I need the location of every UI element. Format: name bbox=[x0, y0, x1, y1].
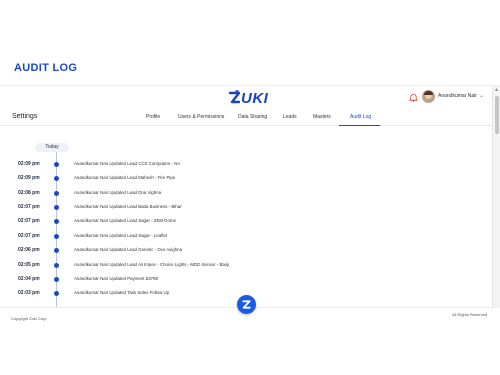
active-tab-indicator bbox=[339, 125, 380, 126]
entry-time: 02:07 pm bbox=[18, 218, 40, 224]
scrollbar-thumb[interactable] bbox=[495, 96, 499, 134]
entry-text: Anandkumar Nair Updated Lead Mahesh - Fi… bbox=[74, 175, 176, 180]
entry-time: 02:07 pm bbox=[18, 204, 40, 210]
timeline-dot bbox=[54, 277, 59, 282]
zuki-logo-icon bbox=[228, 90, 240, 104]
entry-text: Anandkumar Nair Updated Task Sales Follo… bbox=[74, 290, 170, 295]
entry-text: Anandkumar Nair Updated Lead Sagar - Lea… bbox=[74, 233, 167, 238]
timeline-dot bbox=[54, 219, 59, 224]
zuki-logo[interactable]: UKI bbox=[228, 88, 268, 108]
timeline-dot bbox=[54, 191, 59, 196]
timeline-entry: 02:08 pm Anandkumar Nair Updated Lead Dn… bbox=[0, 189, 490, 199]
entry-time: 02:09 pm bbox=[18, 161, 40, 167]
timeline-entry: 02:07 pm Anandkumar Nair Updated Lead Sa… bbox=[0, 232, 490, 242]
entry-text: Anandkumar Nair Updated Lead Sagar - ZEM… bbox=[74, 218, 177, 223]
top-bar: UKI Anandkumar Nair ⌄ bbox=[0, 86, 492, 108]
entry-time: 02:04 pm bbox=[18, 276, 40, 282]
logo-text: UKI bbox=[241, 89, 269, 107]
user-name[interactable]: Anandkumar Nair bbox=[438, 93, 477, 99]
chevron-down-icon[interactable]: ⌄ bbox=[479, 92, 484, 99]
settings-title: Settings bbox=[12, 113, 38, 120]
entry-time: 02:07 pm bbox=[18, 233, 40, 239]
timeline-dot bbox=[54, 234, 59, 239]
rights-text: All Rights Reserved bbox=[452, 312, 488, 317]
timeline-dot bbox=[54, 248, 59, 253]
tab-audit-log[interactable]: Audit Log bbox=[350, 114, 371, 120]
timeline-dot bbox=[54, 263, 59, 268]
entry-time: 02:06 pm bbox=[18, 247, 40, 253]
entry-text: Anandkumar Nair Updated Payment 53789 bbox=[74, 276, 158, 281]
entry-text: Anandkumar Nair Updated Lead CCS Compute… bbox=[74, 161, 181, 166]
entry-time: 02:03 pm bbox=[18, 290, 40, 296]
tab-leads[interactable]: Leads bbox=[283, 114, 297, 120]
tab-profile[interactable]: Profile bbox=[146, 114, 160, 120]
timeline-entry: 02:07 pm Anandkumar Nair Updated Lead Sa… bbox=[0, 217, 490, 227]
page-heading: AUDIT LOG bbox=[14, 62, 78, 74]
timeline-entry: 02:09 pm Anandkumar Nair Updated Lead Ma… bbox=[0, 174, 490, 184]
timeline-dot bbox=[54, 291, 59, 296]
timeline-entry: 02:05 pm Anandkumar Nair Updated Lead Al… bbox=[0, 261, 490, 271]
entry-text: Anandkumar Nair Updated Lead Ali Impex -… bbox=[74, 262, 230, 267]
entry-text: Anandkumar Nair Updated Lead Genetic - O… bbox=[74, 247, 183, 252]
timeline-entry: 02:04 pm Anandkumar Nair Updated Payment… bbox=[0, 275, 490, 285]
timeline-dot bbox=[54, 162, 59, 167]
zuki-z-icon bbox=[242, 300, 251, 309]
timeline-dot bbox=[54, 176, 59, 181]
app-window: UKI Anandkumar Nair ⌄ Settings Profile U… bbox=[0, 85, 500, 321]
zuki-assistant-button[interactable] bbox=[237, 295, 256, 314]
vertical-scrollbar[interactable]: ▲ bbox=[492, 86, 500, 307]
timeline-entry: 02:06 pm Anandkumar Nair Updated Lead Ge… bbox=[0, 246, 490, 256]
entry-text: Anandkumar Nair Updated Lead Dna Vighna bbox=[74, 190, 162, 195]
avatar[interactable] bbox=[422, 90, 435, 103]
entry-time: 02:09 pm bbox=[18, 175, 40, 181]
scroll-up-arrow-icon[interactable]: ▲ bbox=[494, 87, 499, 93]
timeline-dot bbox=[54, 205, 59, 210]
date-group-badge: Today bbox=[35, 143, 69, 152]
tab-data-sharing[interactable]: Data Sharing bbox=[238, 114, 267, 120]
entry-time: 02:08 pm bbox=[18, 190, 40, 196]
timeline-entry: 02:09 pm Anandkumar Nair Updated Lead CC… bbox=[0, 160, 490, 170]
tab-masters[interactable]: Masters bbox=[313, 114, 331, 120]
tab-users-permissions[interactable]: Users & Permissions bbox=[178, 114, 224, 120]
notification-bell-icon[interactable] bbox=[409, 93, 418, 102]
entry-text: Anandkumar Nair Updated Lead Bada Busine… bbox=[74, 204, 182, 209]
timeline-entry: 02:07 pm Anandkumar Nair Updated Lead Ba… bbox=[0, 203, 490, 213]
settings-nav: Settings Profile Users & Permissions Dat… bbox=[0, 108, 492, 126]
copyright-text: Copyright Zuki Corp bbox=[11, 316, 47, 321]
entry-time: 02:05 pm bbox=[18, 262, 40, 268]
